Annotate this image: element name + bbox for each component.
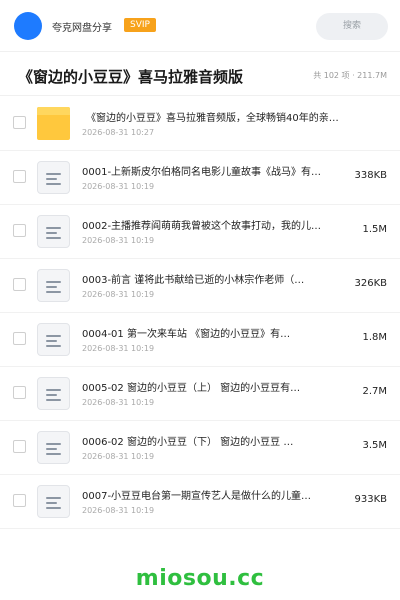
folder-meta: 共 102 项 · 211.7M bbox=[313, 71, 387, 80]
file-size: 326KB bbox=[354, 278, 387, 289]
avatar[interactable] bbox=[14, 12, 42, 40]
file-size: 1.5M bbox=[362, 224, 387, 235]
watermark: miosou.cc bbox=[135, 566, 265, 591]
list-item[interactable]: 《窗边的小豆豆》喜马拉雅音频版，全球畅销40年的亲… 2026-08-31 10… bbox=[0, 97, 400, 151]
list-item[interactable]: 0002-主播推荐阎萌萌我曾被这个故事打动，我的儿… 2026-08-31 10… bbox=[0, 205, 400, 259]
list-item[interactable]: 0001-上新斯皮尔伯格同名电影儿童故事《战马》有… 2026-08-31 10… bbox=[0, 151, 400, 205]
file-name: 0002-主播推荐阎萌萌我曾被这个故事打动，我的儿… bbox=[82, 221, 322, 232]
document-icon bbox=[37, 215, 70, 248]
folder-header: 《窗边的小豆豆》喜马拉雅音频版 共 102 项 · 211.7M bbox=[0, 52, 400, 96]
file-name: 0001-上新斯皮尔伯格同名电影儿童故事《战马》有… bbox=[82, 167, 322, 178]
list-item[interactable]: 0007-小豆豆电台第一期宣传艺人是做什么的儿童… 2026-08-31 10:… bbox=[0, 475, 400, 529]
file-date: 2026-08-31 10:27 bbox=[82, 128, 155, 137]
file-name: 0003-前言 谨将此书献给已逝的小林宗作老师（… bbox=[82, 275, 305, 286]
checkbox[interactable] bbox=[13, 386, 26, 399]
page-title: 《窗边的小豆豆》喜马拉雅音频版 bbox=[18, 68, 244, 86]
document-icon bbox=[37, 323, 70, 356]
document-icon bbox=[37, 377, 70, 410]
file-name: 0007-小豆豆电台第一期宣传艺人是做什么的儿童… bbox=[82, 491, 312, 502]
document-icon bbox=[37, 161, 70, 194]
checkbox[interactable] bbox=[13, 440, 26, 453]
file-date: 2026-08-31 10:19 bbox=[82, 290, 155, 299]
document-icon bbox=[37, 485, 70, 518]
file-date: 2026-08-31 10:19 bbox=[82, 398, 155, 407]
file-date: 2026-08-31 10:19 bbox=[82, 236, 155, 245]
file-date: 2026-08-31 10:19 bbox=[82, 182, 155, 191]
list-item[interactable]: 0006-02 窗边的小豆豆（下） 窗边的小豆豆 … 2026-08-31 10… bbox=[0, 421, 400, 475]
file-name: 0004-01 第一次来车站 《窗边的小豆豆》有… bbox=[82, 329, 291, 340]
file-name: 《窗边的小豆豆》喜马拉雅音频版，全球畅销40年的亲… bbox=[86, 113, 339, 124]
list-item[interactable]: 0005-02 窗边的小豆豆（上） 窗边的小豆豆有… 2026-08-31 10… bbox=[0, 367, 400, 421]
top-bar: 夸克网盘分享 SVIP 搜索 bbox=[0, 0, 400, 52]
file-name: 0006-02 窗边的小豆豆（下） 窗边的小豆豆 … bbox=[82, 437, 294, 448]
svip-badge: SVIP bbox=[124, 18, 156, 32]
search-input[interactable]: 搜索 bbox=[316, 13, 388, 40]
file-list: 《窗边的小豆豆》喜马拉雅音频版，全球畅销40年的亲… 2026-08-31 10… bbox=[0, 97, 400, 529]
checkbox[interactable] bbox=[13, 332, 26, 345]
document-icon bbox=[37, 269, 70, 302]
file-size: 933KB bbox=[354, 494, 387, 505]
list-item[interactable]: 0003-前言 谨将此书献给已逝的小林宗作老师（… 2026-08-31 10:… bbox=[0, 259, 400, 313]
checkbox[interactable] bbox=[13, 278, 26, 291]
file-date: 2026-08-31 10:19 bbox=[82, 452, 155, 461]
checkbox[interactable] bbox=[13, 170, 26, 183]
file-size: 2.7M bbox=[362, 386, 387, 397]
brand-name: 夸克网盘分享 bbox=[52, 23, 112, 34]
list-item[interactable]: 0004-01 第一次来车站 《窗边的小豆豆》有… 2026-08-31 10:… bbox=[0, 313, 400, 367]
folder-icon bbox=[37, 107, 70, 140]
checkbox[interactable] bbox=[13, 224, 26, 237]
file-size: 1.8M bbox=[362, 332, 387, 343]
file-size: 338KB bbox=[354, 170, 387, 181]
checkbox[interactable] bbox=[13, 116, 26, 129]
file-date: 2026-08-31 10:19 bbox=[82, 344, 155, 353]
file-date: 2026-08-31 10:19 bbox=[82, 506, 155, 515]
checkbox[interactable] bbox=[13, 494, 26, 507]
document-icon bbox=[37, 431, 70, 464]
file-size: 3.5M bbox=[362, 440, 387, 451]
file-name: 0005-02 窗边的小豆豆（上） 窗边的小豆豆有… bbox=[82, 383, 301, 394]
